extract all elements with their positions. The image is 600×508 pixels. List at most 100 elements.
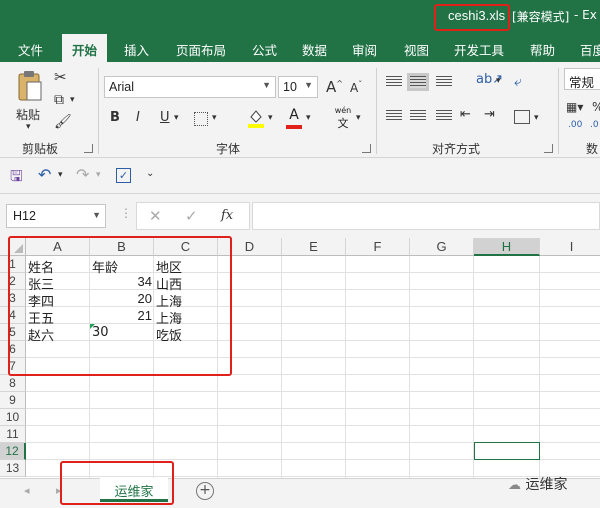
percent-button[interactable]: % [592, 100, 600, 114]
column-header-a[interactable]: A [26, 238, 90, 256]
merge-dropdown-icon[interactable]: ▾ [534, 113, 539, 123]
cell-c2[interactable]: 山西 [154, 273, 218, 293]
fill-color-icon[interactable] [248, 108, 264, 128]
number-format-select[interactable]: 常规 [564, 68, 600, 90]
cell-b2[interactable]: 34 [90, 273, 154, 290]
cell-b1[interactable]: 年龄 [90, 256, 154, 276]
underline-dropdown-icon[interactable]: ▾ [174, 113, 179, 123]
column-header-f[interactable]: F [346, 238, 410, 256]
cell-c5[interactable]: 吃饭 [154, 324, 218, 344]
accounting-format-icon[interactable]: ▦▾ [566, 100, 583, 114]
tab-view[interactable]: 视图 [404, 40, 429, 59]
merge-center-icon[interactable] [514, 110, 530, 124]
redo-icon[interactable]: ↷ [76, 165, 89, 184]
increase-indent-icon[interactable]: ⇥ [484, 107, 495, 122]
tab-insert[interactable]: 插入 [124, 40, 149, 59]
cell-a4[interactable]: 王五 [26, 307, 90, 327]
cell-b5[interactable]: 30 [90, 324, 154, 341]
alignment-launcher-icon[interactable] [544, 144, 553, 153]
italic-button[interactable]: I [136, 110, 140, 125]
underline-button[interactable]: U [160, 110, 170, 125]
paste-dropdown-icon[interactable]: ▾ [26, 122, 31, 132]
redo-dropdown-icon[interactable]: ▾ [96, 170, 101, 180]
undo-icon[interactable]: ↶ [38, 165, 51, 184]
row-header-4[interactable]: 4 [0, 307, 26, 324]
align-middle-icon[interactable] [407, 73, 429, 91]
bold-button[interactable]: B [110, 110, 120, 125]
cell-a5[interactable]: 赵六 [26, 324, 90, 344]
tab-page-layout[interactable]: 页面布局 [176, 40, 226, 59]
decrease-indent-icon[interactable]: ⇤ [460, 107, 471, 122]
tab-review[interactable]: 审阅 [352, 40, 377, 59]
add-sheet-button[interactable]: + [196, 482, 214, 500]
tab-data[interactable]: 数据 [302, 40, 327, 59]
row-header-11[interactable]: 11 [0, 426, 26, 443]
name-box[interactable]: H12 ▼ [6, 204, 106, 228]
fill-color-dropdown-icon[interactable]: ▾ [268, 113, 273, 123]
column-header-i[interactable]: I [540, 238, 600, 256]
phonetic-dropdown-icon[interactable]: ▾ [356, 113, 361, 123]
column-header-e[interactable]: E [282, 238, 346, 256]
cell-a1[interactable]: 姓名 [26, 256, 90, 276]
grow-font-button[interactable]: A^ [326, 78, 343, 96]
scroll-right-icon[interactable]: ▸ [56, 484, 62, 497]
cell-b4[interactable]: 21 [90, 307, 154, 324]
tab-baidu[interactable]: 百度 [580, 40, 600, 59]
column-header-g[interactable]: G [410, 238, 474, 256]
column-header-b[interactable]: B [90, 238, 154, 256]
row-header-6[interactable]: 6 [0, 341, 26, 358]
cell-a2[interactable]: 张三 [26, 273, 90, 293]
clipboard-launcher-icon[interactable] [84, 144, 93, 153]
borders-icon[interactable] [194, 112, 208, 126]
cell-c4[interactable]: 上海 [154, 307, 218, 327]
font-color-icon[interactable]: A [286, 107, 302, 129]
cell-b3[interactable]: 20 [90, 290, 154, 307]
row-header-8[interactable]: 8 [0, 375, 26, 392]
row-header-3[interactable]: 3 [0, 290, 26, 307]
align-right-icon[interactable] [436, 110, 452, 122]
copy-dropdown-icon[interactable]: ▾ [70, 95, 75, 105]
cell-a3[interactable]: 李四 [26, 290, 90, 310]
align-center-icon[interactable] [410, 110, 426, 122]
sheet-tab-yunweijia[interactable]: 运维家 [100, 478, 168, 502]
row-header-12[interactable]: 12 [0, 443, 26, 460]
align-bottom-icon[interactable] [436, 76, 452, 88]
row-header-9[interactable]: 9 [0, 392, 26, 409]
checkbox-icon[interactable]: ✓ [116, 168, 131, 183]
cancel-icon[interactable]: ✕ [149, 207, 162, 225]
copy-icon[interactable]: ⧉ [54, 92, 64, 108]
tab-help[interactable]: 帮助 [530, 40, 555, 59]
scroll-left-icon[interactable]: ◂ [24, 484, 30, 497]
font-color-dropdown-icon[interactable]: ▾ [306, 113, 311, 123]
active-cell-h12[interactable] [474, 442, 540, 460]
cut-icon[interactable]: ✂ [54, 68, 67, 86]
align-left-icon[interactable] [386, 110, 402, 122]
orientation-dropdown-icon[interactable]: ▾ [496, 76, 501, 86]
cell-c1[interactable]: 地区 [154, 256, 218, 276]
row-header-2[interactable]: 2 [0, 273, 26, 290]
font-size-select[interactable]: 10 ▼ [278, 76, 318, 98]
align-top-icon[interactable] [386, 76, 402, 88]
row-header-1[interactable]: 1 [0, 256, 26, 273]
worksheet-grid[interactable]: ABCDEFGHI 1 2 3 4 5 6 7 8 9 10 11 12 13 姓名 年龄 地区 张三 34 山西… [0, 238, 600, 478]
customize-qat-icon[interactable]: ⌄ [146, 168, 154, 179]
tab-formulas[interactable]: 公式 [252, 40, 277, 59]
undo-dropdown-icon[interactable]: ▾ [58, 170, 63, 180]
font-name-select[interactable]: Arial ▼ [104, 76, 276, 98]
column-header-c[interactable]: C [154, 238, 218, 256]
tab-file[interactable]: 文件 [18, 40, 43, 59]
cell-c3[interactable]: 上海 [154, 290, 218, 310]
save-icon[interactable]: 🖫 [10, 166, 23, 191]
more-options-icon[interactable]: ⋮ [120, 206, 132, 220]
enter-icon[interactable]: ✓ [185, 207, 198, 225]
row-header-5[interactable]: 5 [0, 324, 26, 341]
decrease-decimal-button[interactable]: .0 [590, 120, 599, 130]
row-header-13[interactable]: 13 [0, 460, 26, 477]
borders-dropdown-icon[interactable]: ▾ [212, 113, 217, 123]
tab-home[interactable]: 开始 [62, 34, 108, 62]
font-launcher-icon[interactable] [362, 144, 371, 153]
column-header-d[interactable]: D [218, 238, 282, 256]
wrap-text-icon[interactable]: ⤶ [514, 74, 522, 90]
format-painter-icon[interactable]: 🖌 [54, 114, 72, 130]
row-header-10[interactable]: 10 [0, 409, 26, 426]
